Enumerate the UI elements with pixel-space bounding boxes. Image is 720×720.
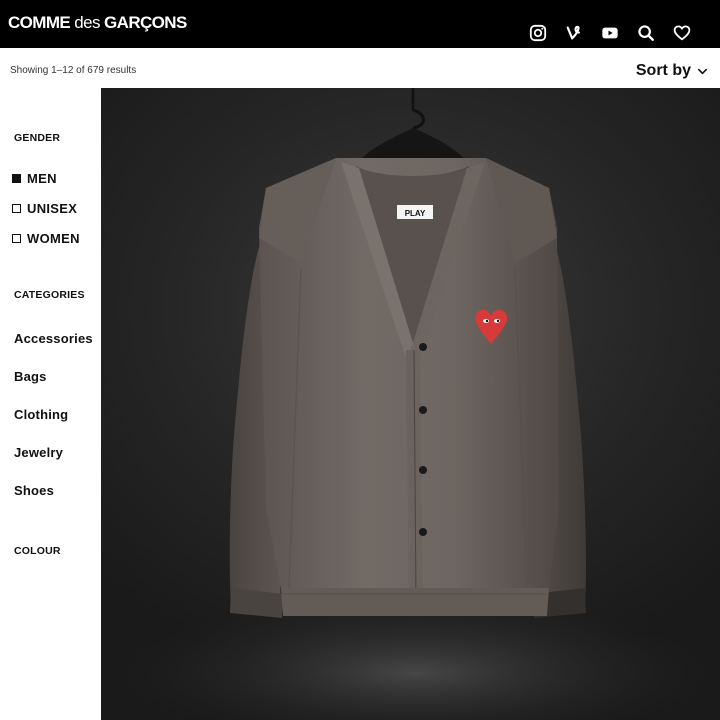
- checkbox-icon: [12, 234, 21, 243]
- gender-filter-women[interactable]: WOMEN: [12, 231, 80, 246]
- vine-icon[interactable]: [556, 22, 592, 44]
- gender-filter-label: UNISEX: [27, 201, 78, 216]
- brand-logo[interactable]: COMME des GARÇONS: [8, 13, 187, 33]
- gender-filter-label: WOMEN: [27, 231, 80, 246]
- cardigan-illustration: PLAY: [116, 88, 716, 720]
- categories-section-title: CATEGORIES: [14, 289, 85, 301]
- category-link-shoes[interactable]: Shoes: [14, 483, 54, 498]
- sort-by-dropdown[interactable]: Sort by: [636, 62, 708, 80]
- heart-icon[interactable]: [664, 22, 700, 44]
- filter-sidebar: GENDER MEN UNISEX WOMEN CATEGORIES Acces…: [0, 88, 101, 720]
- site-header: COMME des GARÇONS: [0, 0, 720, 48]
- youtube-icon[interactable]: [592, 22, 628, 44]
- logo-text-tail: GARÇONS: [104, 13, 187, 32]
- gender-filter-unisex[interactable]: UNISEX: [12, 201, 77, 216]
- colour-section-title: COLOUR: [14, 545, 61, 557]
- gender-filter-men[interactable]: MEN: [12, 171, 57, 186]
- sort-by-label: Sort by: [635, 62, 691, 79]
- search-icon[interactable]: [628, 22, 664, 44]
- checkbox-icon: [12, 204, 21, 213]
- gender-filter-label: MEN: [27, 171, 57, 186]
- header-icons: [520, 22, 700, 44]
- category-link-clothing[interactable]: Clothing: [14, 407, 68, 422]
- category-link-accessories[interactable]: Accessories: [14, 331, 93, 346]
- gender-section-title: GENDER: [14, 132, 61, 144]
- logo-text-main: COMME: [8, 13, 71, 32]
- results-count: Showing 1–12 of 679 results: [10, 65, 137, 76]
- logo-text-des: des: [70, 13, 105, 32]
- checkbox-checked-icon: [12, 174, 21, 183]
- category-link-jewelry[interactable]: Jewelry: [14, 445, 63, 460]
- chevron-down-icon: [698, 68, 707, 74]
- instagram-icon[interactable]: [520, 22, 556, 44]
- category-link-bags[interactable]: Bags: [14, 369, 47, 384]
- product-image[interactable]: PLAY: [101, 88, 720, 720]
- garment-label-text: PLAY: [405, 209, 426, 218]
